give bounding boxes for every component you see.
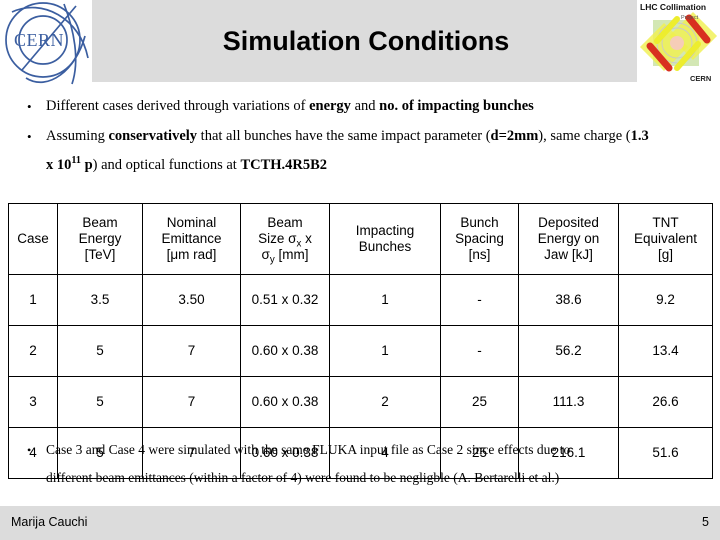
bullet-2-seg-1: Assuming <box>46 128 109 144</box>
bullet-1-seg-3: and <box>350 98 380 114</box>
bullet-2-line2-mid: p <box>80 157 93 173</box>
cell-case: 3 <box>8 376 58 428</box>
cell-beam-size: 0.60 x 0.38 <box>240 376 330 428</box>
cell-bunch-spacing: 25 <box>440 376 519 428</box>
bullet-list: • Different cases derived through variat… <box>0 96 720 175</box>
cell-deposited-energy: 111.3 <box>518 376 619 428</box>
cell-deposited-energy: 38.6 <box>518 274 619 326</box>
cell-beam-energy: 3.5 <box>57 274 143 326</box>
bullet-marker-icon: • <box>27 129 32 144</box>
cell-tnt-equivalent: 13.4 <box>618 325 713 377</box>
footnote-text-2: different beam emittances (within a fact… <box>46 470 560 485</box>
cell-nominal-emittance: 7 <box>142 325 241 377</box>
bullet-2-seg-4: d=2mm <box>490 128 539 144</box>
cell-deposited-energy: 56.2 <box>518 325 619 377</box>
bullet-2-seg-6: 1.3 <box>630 128 649 144</box>
column-header-bunch-spacing: Bunch Spacing [ns] <box>440 203 519 275</box>
bullet-item-2: • Assuming conservatively that all bunch… <box>0 126 720 146</box>
cell-bunch-spacing: - <box>440 325 519 377</box>
cell-beam-energy: 5 <box>57 376 143 428</box>
table-row: 2 5 7 0.60 x 0.38 1 - 56.2 13.4 <box>8 325 713 377</box>
footnote-line-1: • Case 3 and Case 4 were simulated with … <box>0 437 720 463</box>
cell-case: 2 <box>8 325 58 377</box>
cell-impacting-bunches: 2 <box>329 376 441 428</box>
cern-logo: CERN <box>2 0 94 86</box>
table-row: 1 3.5 3.50 0.51 x 0.32 1 - 38.6 9.2 <box>8 274 713 326</box>
cell-beam-energy: 5 <box>57 325 143 377</box>
table-row: 3 5 7 0.60 x 0.38 2 25 111.3 26.6 <box>8 376 713 428</box>
svg-text:LHC Collimation: LHC Collimation <box>640 2 706 12</box>
svg-text:CERN: CERN <box>14 30 64 50</box>
cell-bunch-spacing: - <box>440 274 519 326</box>
footnote-block: • Case 3 and Case 4 were simulated with … <box>0 437 720 491</box>
bullet-2-seg-5: ), same charge ( <box>538 128 631 144</box>
column-header-case: Case <box>8 203 58 275</box>
column-header-nominal-emittance: Nominal Emittance [μm rad] <box>142 203 241 275</box>
cell-beam-size: 0.51 x 0.32 <box>240 274 330 326</box>
bullet-2-line2-superscript: 11 <box>71 155 81 167</box>
cell-beam-size: 0.60 x 0.38 <box>240 325 330 377</box>
slide-footer-bar: Marija Cauchi 5 <box>0 506 720 540</box>
bullet-2-seg-2: conservatively <box>108 128 198 144</box>
cell-impacting-bunches: 1 <box>329 274 441 326</box>
svg-text:Project: Project <box>681 15 699 21</box>
cell-tnt-equivalent: 9.2 <box>618 274 713 326</box>
lhc-collimation-project-logo: LHC Collimation Project CERN <box>637 0 719 85</box>
svg-text:CERN: CERN <box>690 74 711 83</box>
bullet-item-2-line-2: x 1011 p) and optical functions at TCTH.… <box>0 155 720 175</box>
bullet-1-seg-2: energy <box>309 98 351 114</box>
table-header-row: Case Beam Energy [TeV] Nominal Emittance… <box>8 203 713 275</box>
bullet-2-line2-rest: ) and optical functions at <box>92 157 241 173</box>
page-title: Simulation Conditions <box>222 25 510 56</box>
bullet-marker-icon: • <box>27 99 32 114</box>
bullet-marker-icon: • <box>27 443 32 457</box>
cell-impacting-bunches: 1 <box>329 325 441 377</box>
footer-page-number: 5 <box>702 515 709 529</box>
bullet-2-line2-prefix: x 10 <box>46 157 72 173</box>
cell-nominal-emittance: 3.50 <box>142 274 241 326</box>
column-header-beam-energy: Beam Energy [TeV] <box>57 203 143 275</box>
column-header-impacting-bunches: Impacting Bunches <box>329 203 441 275</box>
bullet-2-seg-3: that all bunches have the same impact pa… <box>197 128 491 144</box>
footer-author: Marija Cauchi <box>11 515 88 529</box>
bullet-2-line2-tail: TCTH.4R5B2 <box>240 157 328 173</box>
cell-case: 1 <box>8 274 58 326</box>
cell-nominal-emittance: 7 <box>142 376 241 428</box>
column-header-deposited-energy: Deposited Energy on Jaw [kJ] <box>518 203 619 275</box>
bullet-1-seg-4: no. of impacting bunches <box>379 98 534 114</box>
column-header-beam-size: Beam Size σx x σy [mm] <box>240 203 330 275</box>
column-header-tnt-equivalent: TNT Equivalent [g] <box>618 203 713 275</box>
cell-tnt-equivalent: 26.6 <box>618 376 713 428</box>
bullet-1-seg-1: Different cases derived through variatio… <box>46 98 310 114</box>
bullet-item-1: • Different cases derived through variat… <box>0 96 720 116</box>
footnote-text-1: Case 3 and Case 4 were simulated with th… <box>46 442 571 457</box>
